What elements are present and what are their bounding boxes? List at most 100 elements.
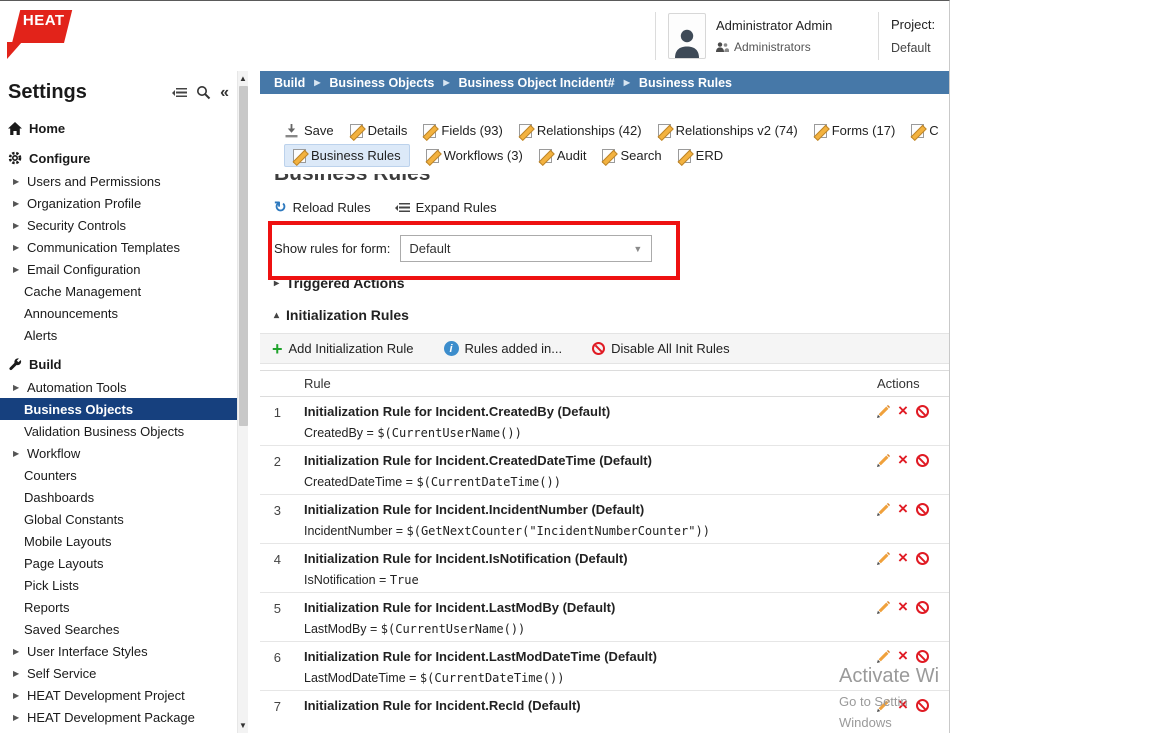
edit-icon[interactable] — [877, 503, 890, 516]
edit-doc-icon — [423, 124, 436, 138]
delete-icon[interactable]: × — [898, 454, 908, 466]
table-row: 3 Initialization Rule for Incident.Incid… — [260, 495, 949, 544]
search-icon[interactable] — [196, 85, 211, 100]
scroll-up-icon[interactable]: ▲ — [238, 71, 248, 86]
toolbar-truncated-tab[interactable]: C — [911, 123, 938, 138]
form-selector-dropdown[interactable]: Default ▼ — [400, 235, 652, 262]
section-triggered-actions[interactable]: ▸ Triggered Actions — [274, 275, 949, 291]
sidebar-scrollbar[interactable]: ▲ ▼ — [237, 71, 248, 733]
sidebar-item-automation-tools[interactable]: ▶Automation Tools — [0, 376, 237, 398]
rule-expression: LastModDateTime = $(CurrentDateTime()) — [304, 671, 877, 685]
sidebar-item-mobile-layouts[interactable]: Mobile Layouts — [0, 530, 237, 552]
disable-icon[interactable] — [916, 454, 929, 467]
breadcrumb-business-object-incident[interactable]: Business Object Incident# — [458, 76, 614, 90]
collapse-panel-icon[interactable]: « — [220, 87, 229, 99]
disable-icon[interactable] — [916, 405, 929, 418]
toolbar-workflows-tab[interactable]: Workflows (3) — [426, 148, 523, 163]
disable-icon[interactable] — [916, 503, 929, 516]
breadcrumb-business-objects[interactable]: Business Objects — [329, 76, 434, 90]
breadcrumb-build[interactable]: Build — [274, 76, 305, 90]
sidebar-item-users-and-permissions[interactable]: ▶Users and Permissions — [0, 170, 237, 192]
toolbar-audit-tab[interactable]: Audit — [539, 148, 587, 163]
disable-icon[interactable] — [916, 601, 929, 614]
sidebar-item-user-interface-styles[interactable]: ▶User Interface Styles — [0, 640, 237, 662]
delete-icon[interactable]: × — [898, 552, 908, 564]
table-row: 1 Initialization Rule for Incident.Creat… — [260, 397, 949, 446]
app-window: HEAT Administrator Admin — [0, 0, 950, 733]
rules-added-info[interactable]: i Rules added in... — [444, 341, 563, 356]
toolbar-forms-tab[interactable]: Forms (17) — [814, 123, 896, 138]
edit-icon[interactable] — [877, 552, 890, 565]
table-row: 5 Initialization Rule for Incident.LastM… — [260, 593, 949, 642]
disable-icon[interactable] — [916, 552, 929, 565]
toolbar-relationships-tab[interactable]: Relationships (42) — [519, 123, 642, 138]
sidebar-item-self-service[interactable]: ▶Self Service — [0, 662, 237, 684]
sidebar-item-cache-management[interactable]: Cache Management — [0, 280, 237, 302]
delete-icon[interactable]: × — [898, 503, 908, 515]
sidebar-item-dashboards[interactable]: Dashboards — [0, 486, 237, 508]
reload-rules-button[interactable]: ↻ Reload Rules — [274, 200, 371, 215]
disable-icon[interactable] — [916, 650, 929, 663]
scroll-down-icon[interactable]: ▼ — [238, 718, 248, 733]
collapse-tree-icon[interactable] — [176, 88, 187, 97]
delete-icon[interactable]: × — [898, 650, 908, 662]
toolbar-relationships-v2-tab[interactable]: Relationships v2 (74) — [658, 123, 798, 138]
rule-title: Initialization Rule for Incident.Inciden… — [304, 502, 877, 517]
sidebar-item-global-constants[interactable]: Global Constants — [0, 508, 237, 530]
breadcrumb-business-rules[interactable]: Business Rules — [639, 76, 732, 90]
sidebar-item-counters[interactable]: Counters — [0, 464, 237, 486]
sidebar-item-workflow[interactable]: ▶Workflow — [0, 442, 237, 464]
toolbar-business-rules-tab[interactable]: Business Rules — [284, 144, 410, 167]
user-role-row: Administrators — [716, 40, 866, 54]
sidebar-item-configure[interactable]: Configure — [0, 146, 237, 170]
toolbar-details-tab[interactable]: Details — [350, 123, 408, 138]
sidebar-item-alerts[interactable]: Alerts — [0, 324, 237, 346]
sidebar-item-email-configuration[interactable]: ▶Email Configuration — [0, 258, 237, 280]
settings-sidebar: Settings « Home Configure — [0, 71, 237, 733]
user-info: Administrator Admin Administrators — [716, 18, 866, 54]
chevron-right-icon: ▶ — [13, 199, 21, 208]
user-avatar[interactable] — [668, 13, 706, 59]
app-body: Settings « Home Configure — [0, 71, 949, 733]
sidebar-item-communication-templates[interactable]: ▶Communication Templates — [0, 236, 237, 258]
toolbar-fields-tab[interactable]: Fields (93) — [423, 123, 502, 138]
rule-expression: IncidentNumber = $(GetNextCounter("Incid… — [304, 524, 877, 538]
sidebar-item-home[interactable]: Home — [0, 116, 237, 140]
edit-icon[interactable] — [877, 650, 890, 663]
sidebar-item-saved-searches[interactable]: Saved Searches — [0, 618, 237, 640]
toolbar-search-tab[interactable]: Search — [602, 148, 661, 163]
add-initialization-rule-button[interactable]: + Add Initialization Rule — [272, 341, 414, 356]
delete-icon[interactable]: × — [898, 601, 908, 613]
edit-icon[interactable] — [877, 601, 890, 614]
expand-rules-button[interactable]: Expand Rules — [399, 200, 497, 215]
edit-icon[interactable] — [877, 699, 890, 712]
edit-icon[interactable] — [877, 405, 890, 418]
sidebar-item-heat-development-package[interactable]: ▶HEAT Development Package — [0, 706, 237, 728]
edit-icon[interactable] — [877, 454, 890, 467]
sidebar-header: Settings « — [0, 71, 237, 110]
plus-icon: + — [272, 342, 283, 356]
project-value[interactable]: Default — [891, 41, 943, 55]
delete-icon[interactable]: × — [898, 699, 908, 711]
section-initialization-rules[interactable]: ▴ Initialization Rules — [274, 307, 949, 323]
sidebar-item-build[interactable]: Build — [0, 352, 237, 376]
sidebar-item-security-controls[interactable]: ▶Security Controls — [0, 214, 237, 236]
sidebar-item-business-objects[interactable]: Business Objects — [0, 398, 237, 420]
row-number: 5 — [260, 600, 290, 636]
toolbar-erd-tab[interactable]: ERD — [678, 148, 723, 163]
sidebar-item-heat-development-project[interactable]: ▶HEAT Development Project — [0, 684, 237, 706]
top-header: HEAT Administrator Admin — [0, 1, 949, 71]
toolbar-save-button[interactable]: Save — [284, 123, 334, 138]
disable-icon[interactable] — [916, 699, 929, 712]
sidebar-item-page-layouts[interactable]: Page Layouts — [0, 552, 237, 574]
sidebar-item-pick-lists[interactable]: Pick Lists — [0, 574, 237, 596]
sidebar-item-reports[interactable]: Reports — [0, 596, 237, 618]
home-icon — [8, 122, 23, 135]
chevron-right-icon: ▶ — [13, 449, 21, 458]
sidebar-item-organization-profile[interactable]: ▶Organization Profile — [0, 192, 237, 214]
scrollbar-thumb[interactable] — [239, 86, 248, 426]
sidebar-item-validation-business-objects[interactable]: Validation Business Objects — [0, 420, 237, 442]
delete-icon[interactable]: × — [898, 405, 908, 417]
sidebar-item-announcements[interactable]: Announcements — [0, 302, 237, 324]
disable-all-init-rules-button[interactable]: Disable All Init Rules — [592, 341, 730, 356]
